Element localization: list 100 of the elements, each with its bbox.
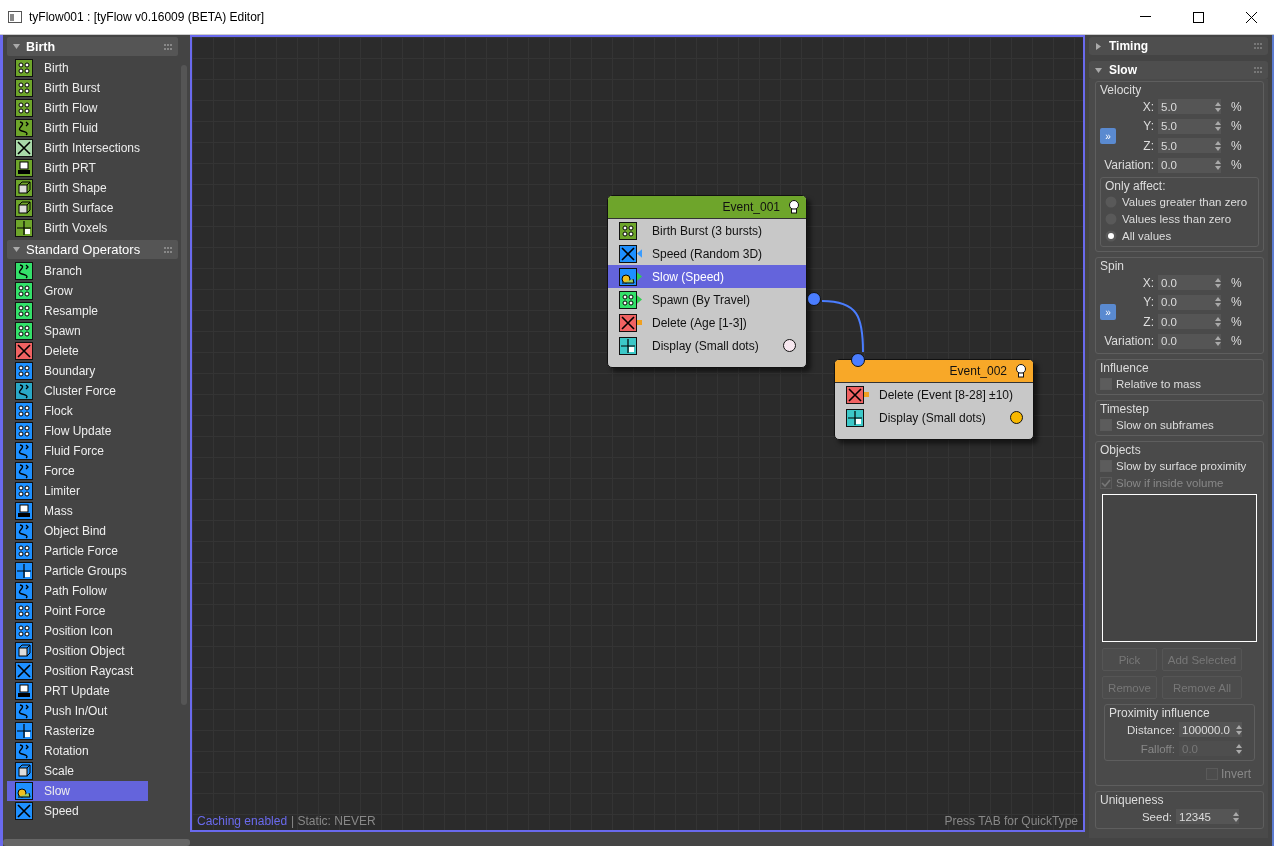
operator-item[interactable]: Birth Surface	[7, 198, 148, 218]
quicktype-hint: Press TAB for QuickType	[944, 814, 1078, 828]
checkbox-label: Relative to mass	[1116, 377, 1201, 390]
link-button[interactable]: »	[1100, 304, 1116, 320]
radio-label: All values	[1122, 229, 1172, 242]
category-header[interactable]: Standard Operators	[7, 240, 178, 259]
operator-item[interactable]: Slow	[7, 781, 148, 801]
event-node[interactable]: Event_002 Delete (Event [8-28] ±10) Display (Small dots)	[834, 359, 1034, 440]
spinner-arrows-icon	[1215, 316, 1221, 327]
operator-item[interactable]: Birth Burst	[7, 78, 148, 98]
operator-item[interactable]: Fluid Force	[7, 441, 148, 461]
spinner-field[interactable]: 0.0	[1158, 157, 1221, 173]
field-label: X:	[1141, 99, 1154, 114]
event-node[interactable]: Event_001 Birth Burst (3 bursts) Speed (Random 3D) Slow (Speed) Spawn (By Travel) Delete (Age [1-3]) Display (Small dots)	[607, 195, 807, 368]
operator-item[interactable]: Birth Voxels	[7, 218, 148, 238]
operator-item[interactable]: Path Follow	[7, 581, 148, 601]
category-header[interactable]: Birth	[7, 37, 178, 56]
spinner-field[interactable]: 0.0	[1158, 275, 1221, 291]
spinner-field[interactable]: 5.0	[1158, 138, 1221, 154]
spinner-field[interactable]: 100000.0	[1179, 722, 1242, 737]
operator-item[interactable]: Point Force	[7, 601, 148, 621]
grip-icon	[1254, 66, 1262, 74]
operator-item[interactable]: Push In/Out	[7, 701, 148, 721]
grip-icon	[1254, 42, 1262, 50]
spinner-field[interactable]: 0.0	[1158, 314, 1221, 330]
group-title: Spin	[1100, 259, 1126, 273]
operator-item[interactable]: Particle Groups	[7, 561, 148, 581]
lightbulb-icon[interactable]	[788, 200, 800, 214]
link-button[interactable]: »	[1100, 128, 1116, 144]
rollout-header[interactable]: Slow	[1089, 61, 1268, 79]
operator-item[interactable]: Delete	[7, 341, 148, 361]
operator-item[interactable]: Birth Fluid	[7, 118, 148, 138]
operator-item[interactable]: Cluster Force	[7, 381, 148, 401]
operator-item[interactable]: Birth	[7, 58, 148, 78]
operator-item[interactable]: Position Object	[7, 641, 148, 661]
field-label: X:	[1141, 275, 1154, 290]
spinner-arrows-icon	[1215, 140, 1221, 151]
operator-item[interactable]: Birth Flow	[7, 98, 148, 118]
operator-item[interactable]: Force	[7, 461, 148, 481]
radio-button[interactable]	[1105, 229, 1117, 242]
operator-item[interactable]: Resample	[7, 301, 148, 321]
checkbox-label: Slow by surface proximity	[1116, 459, 1247, 472]
operator-row[interactable]: Display (Small dots)	[835, 406, 1033, 429]
lightbulb-icon[interactable]	[1015, 364, 1027, 378]
operator-row[interactable]: Spawn (By Travel)	[608, 288, 806, 311]
operator-item[interactable]: Branch	[7, 261, 148, 281]
operator-item[interactable]: Particle Force	[7, 541, 148, 561]
rollout-header[interactable]: Timing	[1089, 37, 1268, 55]
operator-item[interactable]: Birth Shape	[7, 178, 148, 198]
operator-row[interactable]: Birth Burst (3 bursts)	[608, 219, 806, 242]
field-label: Distance:	[1126, 723, 1175, 736]
operator-item[interactable]: Grow	[7, 281, 148, 301]
operator-item[interactable]: Mass	[7, 501, 148, 521]
unit-label: %	[1231, 314, 1242, 329]
operator-item[interactable]: Position Raycast	[7, 661, 148, 681]
scrollbar[interactable]	[3, 839, 190, 846]
operator-row[interactable]: Slow (Speed)	[608, 265, 806, 288]
operator-item[interactable]: Flock	[7, 401, 148, 421]
object-list[interactable]	[1102, 494, 1257, 642]
group-title: Proximity influence	[1109, 706, 1211, 720]
operator-row[interactable]: Display (Small dots)	[608, 334, 806, 357]
spinner-arrows-icon	[1215, 160, 1221, 171]
operator-item[interactable]: Speed	[7, 801, 148, 821]
operator-item[interactable]: Limiter	[7, 481, 148, 501]
spinner-field[interactable]: 0.0	[1158, 333, 1221, 349]
operator-item[interactable]: Position Icon	[7, 621, 148, 641]
group-title: Only affect:	[1105, 179, 1167, 193]
operator-item[interactable]: Rasterize	[7, 721, 148, 741]
spinner-field[interactable]: 5.0	[1158, 118, 1221, 134]
operator-item[interactable]: Boundary	[7, 361, 148, 381]
window-title: tyFlow001 : [tyFlow v0.16009 (BETA) Editor]	[29, 10, 266, 24]
field-label: Variation:	[1103, 158, 1154, 173]
operator-item[interactable]: PRT Update	[7, 681, 148, 701]
operator-row[interactable]: Delete (Event [8-28] ±10)	[835, 383, 1033, 406]
caret-icon	[13, 246, 20, 253]
maximize-icon	[1192, 11, 1204, 23]
operator-item[interactable]: Birth Intersections	[7, 138, 148, 158]
spinner-arrows-icon	[1233, 811, 1239, 822]
field-label: Y:	[1142, 119, 1154, 134]
input-port[interactable]	[851, 353, 865, 367]
checkbox-label: Slow on subframes	[1116, 418, 1214, 431]
operator-row[interactable]: Speed (Random 3D)	[608, 242, 806, 265]
color-swatch[interactable]	[1010, 411, 1023, 424]
operator-item[interactable]: Birth PRT	[7, 158, 148, 178]
spinner-field[interactable]: 5.0	[1158, 99, 1221, 115]
group-title: Influence	[1100, 361, 1150, 375]
output-port[interactable]	[807, 292, 821, 306]
operator-item[interactable]: Rotation	[7, 741, 148, 761]
operator-item[interactable]: Scale	[7, 761, 148, 781]
operator-item[interactable]: Spawn	[7, 321, 148, 341]
caret-icon	[1095, 66, 1102, 74]
field-label: Seed:	[1140, 810, 1172, 823]
spinner-field[interactable]: 12345	[1176, 809, 1239, 824]
node-title: Event_001	[722, 200, 780, 214]
spinner-field[interactable]: 0.0	[1158, 294, 1221, 310]
color-swatch[interactable]	[783, 339, 796, 352]
operator-item[interactable]: Object Bind	[7, 521, 148, 541]
minimize-icon	[1139, 16, 1151, 18]
operator-row[interactable]: Delete (Age [1-3])	[608, 311, 806, 334]
operator-item[interactable]: Flow Update	[7, 421, 148, 441]
